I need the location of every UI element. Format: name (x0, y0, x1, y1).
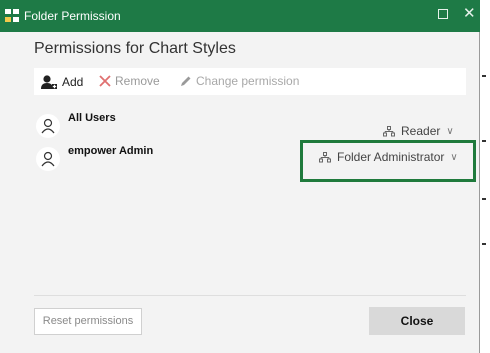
close-icon[interactable]: ✕ (463, 5, 476, 23)
highlight-box (300, 140, 476, 182)
pencil-icon (181, 76, 191, 86)
user-name: empower Admin (68, 145, 154, 157)
add-user-icon (41, 75, 57, 89)
add-label: Add (62, 75, 84, 89)
change-permission-button[interactable]: Change permission (180, 74, 299, 88)
toolbar: Add Remove Change permission (34, 68, 466, 95)
user-name: All Users (68, 112, 116, 124)
divider (482, 198, 486, 200)
divider (482, 75, 486, 77)
user-icon (41, 151, 55, 167)
page-title: Permissions for Chart Styles (34, 40, 236, 57)
divider (34, 295, 466, 296)
add-button[interactable]: Add (40, 74, 83, 90)
divider (482, 243, 486, 245)
folder-permission-dialog: Folder Permission ✕ Permissions for Char… (0, 0, 480, 353)
avatar (36, 147, 60, 171)
maximize-icon[interactable] (438, 9, 448, 19)
title-bar: Folder Permission ✕ (0, 0, 480, 32)
permission-value: Reader (401, 124, 441, 138)
change-permission-label: Change permission (196, 74, 300, 88)
avatar (36, 114, 60, 138)
remove-button[interactable]: Remove (99, 74, 160, 88)
close-button[interactable]: Close (369, 307, 465, 335)
chevron-down-icon: ∨ (446, 125, 454, 137)
reset-permissions-button[interactable]: Reset permissions (34, 308, 142, 335)
hierarchy-icon (383, 125, 395, 136)
divider (482, 140, 486, 142)
remove-icon (99, 75, 111, 87)
permission-dropdown[interactable]: Reader ∨ (383, 124, 454, 138)
remove-label: Remove (115, 74, 160, 88)
window-title: Folder Permission (24, 9, 121, 23)
folder-app-icon (4, 8, 20, 24)
user-icon (41, 118, 55, 134)
